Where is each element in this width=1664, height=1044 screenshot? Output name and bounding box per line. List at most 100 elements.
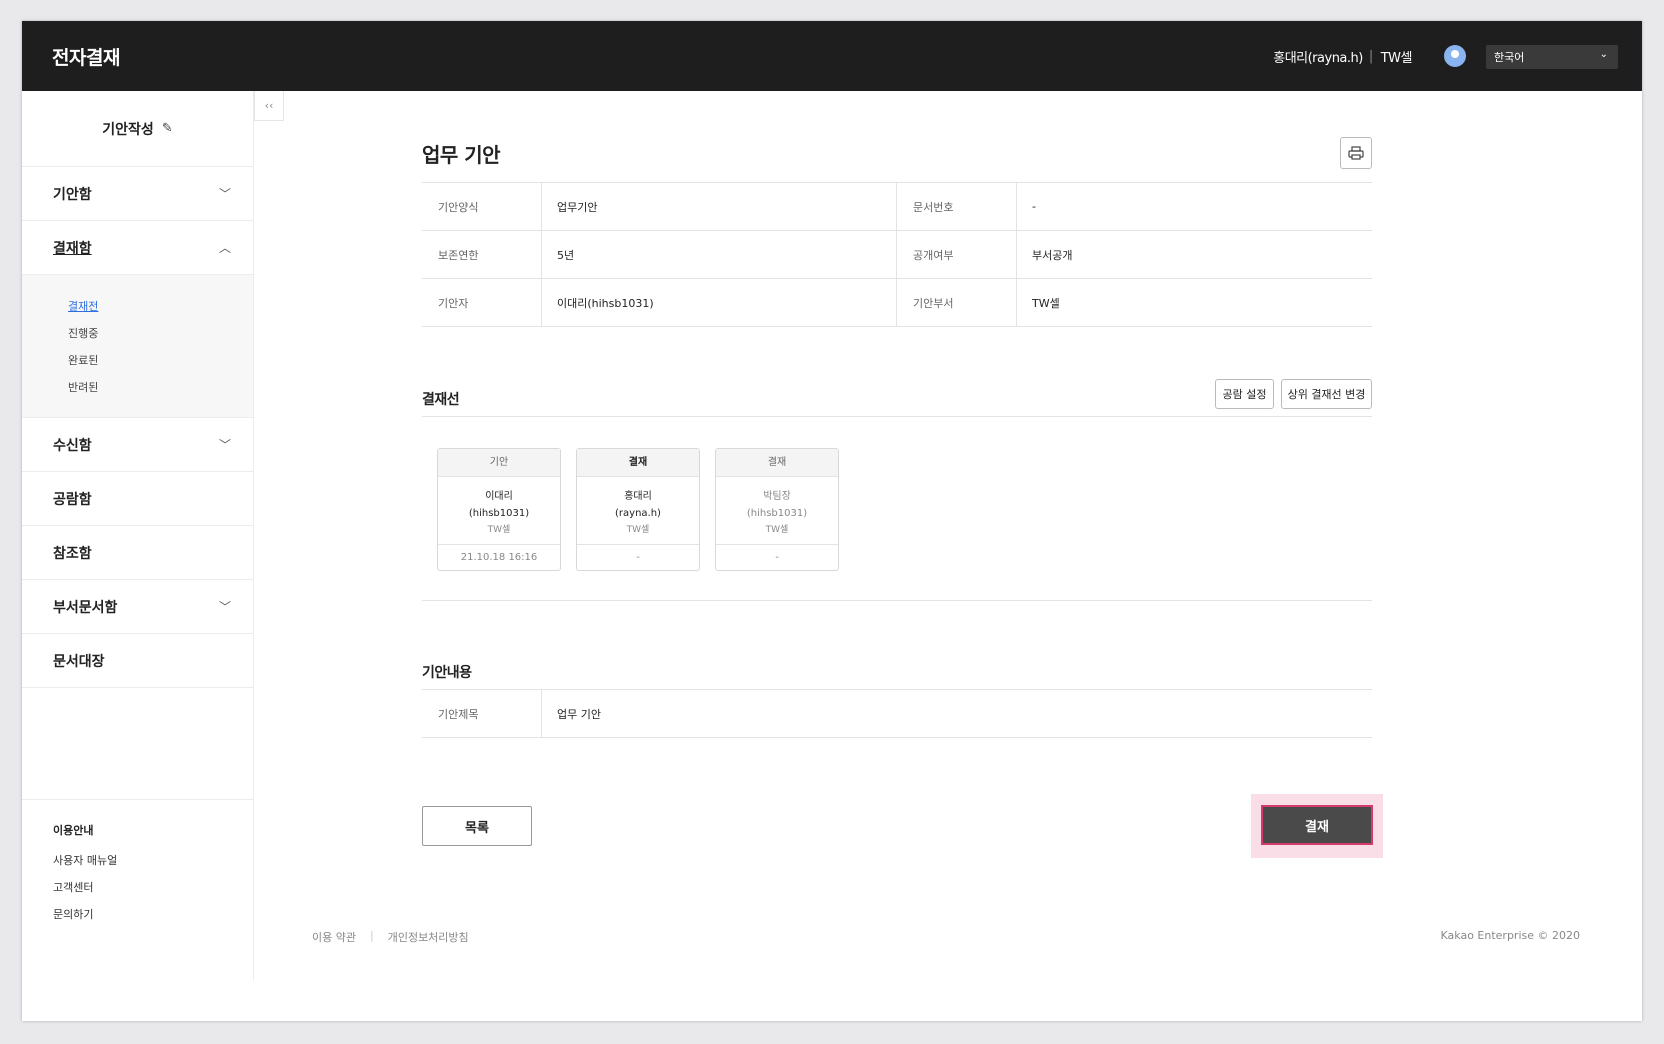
approver-role: 결재 (716, 449, 838, 477)
approver-dept: TW셀 (487, 525, 511, 535)
info-value: 부서공개 (1032, 248, 1073, 262)
list-button[interactable]: 목록 (422, 806, 532, 846)
sidebar-item-label: 공람함 (53, 491, 92, 508)
language-value: 한국어 (1494, 51, 1525, 64)
approver-info: 박팀장 (hihsb1031) TW셀 (716, 477, 838, 544)
content-label: 기안제목 (422, 690, 542, 737)
approver-id: (hihsb1031) (468, 508, 530, 519)
info-value: 5년 (542, 231, 897, 278)
approver-info: 이대리 (hihsb1031) TW셀 (438, 477, 560, 544)
approver-card: 결재 박팀장 (hihsb1031) TW셀 - (715, 448, 839, 571)
sidebar-item-label: 문서대장 (53, 653, 105, 670)
info-label: 기안자 (422, 279, 542, 326)
guide-link-manual[interactable]: 사용자 매뉴얼 (53, 852, 253, 879)
sidebar-item-label: 부서문서함 (53, 599, 118, 616)
app-window: 전자결재 홍대리(rayna.h) | TW셀 한국어 ⌄ 기안작성 ✎ 기안함… (22, 21, 1642, 1021)
info-label: 기안양식 (422, 183, 542, 230)
user-avatar-icon[interactable] (1444, 45, 1466, 67)
user-team: TW셀 (1380, 51, 1413, 66)
info-label: 보존연한 (422, 231, 542, 278)
table-row: 기안자 이대리(hihsb1031) 기안부서 TW셀 (422, 279, 1372, 327)
document-info-table: 기안양식 업무기안 문서번호 - 보존연한 5년 공개여부 부서공개 기안자 이… (422, 182, 1372, 327)
approval-submenu: 결재전 진행중 완료된 반려된 (22, 275, 253, 418)
approve-highlight: 결재 (1251, 794, 1383, 858)
info-value: 이대리(hihsb1031) (542, 279, 897, 326)
sidebar-item-dept-docs[interactable]: 부서문서함 ﹀ (22, 580, 253, 634)
share-setting-button[interactable]: 공람 설정 (1215, 379, 1274, 409)
info-value: 업무기안 (542, 183, 897, 230)
sidebar-item-label: 기안함 (53, 186, 92, 203)
approver-name: 박팀장 (763, 491, 791, 502)
guide-title: 이용안내 (53, 824, 94, 837)
approver-id: (rayna.h) (615, 508, 661, 519)
sidebar-item-reference[interactable]: 참조함 (22, 526, 253, 580)
double-chevron-left-icon: ‹‹ (264, 99, 274, 112)
compose-button[interactable]: 기안작성 ✎ (22, 91, 253, 167)
table-row: 기안양식 업무기안 문서번호 - (422, 183, 1372, 231)
guide-link-support[interactable]: 고객센터 (53, 879, 253, 906)
compose-label: 기안작성 (102, 121, 154, 138)
sidebar-item-draft-box[interactable]: 기안함 ﹀ (22, 167, 253, 221)
divider: | (1368, 49, 1373, 64)
approver-dept: TW셀 (626, 525, 650, 535)
chevron-up-icon: ︿ (218, 241, 231, 255)
approver-name: 이대리 (485, 491, 513, 502)
footer: 이용 약관 | 개인정보처리방침 Kakao Enterprise © 2020 (22, 926, 1642, 956)
chevron-down-icon: ﹀ (218, 600, 231, 614)
approval-line-title: 결재선 (422, 392, 460, 408)
approver-card: 기안 이대리 (hihsb1031) TW셀 21.10.18 16:16 (437, 448, 561, 571)
collapse-sidebar-button[interactable]: ‹‹ (254, 91, 284, 121)
printer-icon (1348, 146, 1364, 160)
chevron-down-icon: ﹀ (218, 438, 231, 452)
info-value: TW셀 (1032, 296, 1060, 310)
content-value: 업무 기안 (557, 707, 601, 721)
content-section-title: 기안내용 (422, 665, 472, 681)
sidebar-item-label: 참조함 (53, 545, 92, 562)
copyright: Kakao Enterprise © 2020 (1440, 929, 1580, 942)
pencil-icon: ✎ (161, 121, 173, 136)
approver-date: 21.10.18 16:16 (438, 544, 560, 570)
guide-section: 이용안내 사용자 매뉴얼 고객센터 문의하기 (22, 799, 253, 933)
divider: | (369, 929, 374, 942)
approver-date: - (577, 544, 699, 570)
info-label: 문서번호 (897, 183, 1017, 230)
app-title: 전자결재 (52, 47, 120, 69)
top-header: 전자결재 홍대리(rayna.h) | TW셀 한국어 ⌄ (22, 21, 1642, 91)
sidebar-item-circulation[interactable]: 공람함 (22, 472, 253, 526)
approver-role: 결재 (577, 449, 699, 477)
user-name: 홍대리(rayna.h) (1273, 51, 1363, 66)
approver-dept: TW셀 (765, 525, 789, 535)
info-value: - (1032, 200, 1036, 213)
privacy-link[interactable]: 개인정보처리방침 (388, 929, 469, 945)
user-info[interactable]: 홍대리(rayna.h) | TW셀 (1273, 47, 1412, 66)
divider (422, 600, 1372, 601)
terms-link[interactable]: 이용 약관 (312, 929, 356, 945)
approver-role: 기안 (438, 449, 560, 477)
approver-id: (hihsb1031) (746, 508, 808, 519)
approve-button[interactable]: 결재 (1261, 805, 1373, 845)
chevron-down-icon: ﹀ (218, 187, 231, 201)
approval-line-cards: 기안 이대리 (hihsb1031) TW셀 21.10.18 16:16 결재… (437, 448, 854, 571)
subnav-item-rejected[interactable]: 반려된 (68, 374, 253, 401)
approver-name: 홍대리 (624, 491, 652, 502)
divider (422, 416, 1372, 417)
subnav-item-pending[interactable]: 결재전 (68, 293, 253, 320)
table-row: 보존연한 5년 공개여부 부서공개 (422, 231, 1372, 279)
sidebar-item-label: 수신함 (53, 437, 92, 454)
subnav-item-completed[interactable]: 완료된 (68, 347, 253, 374)
sidebar-item-approval-box[interactable]: 결재함 ︿ (22, 221, 253, 275)
print-button[interactable] (1340, 137, 1372, 169)
sidebar: 기안작성 ✎ 기안함 ﹀ 결재함 ︿ 결재전 진행중 완료된 반려된 수신함 ﹀… (22, 91, 254, 981)
subnav-item-in-progress[interactable]: 진행중 (68, 320, 253, 347)
change-approval-line-button[interactable]: 상위 결재선 변경 (1281, 379, 1372, 409)
approver-info: 홍대리 (rayna.h) TW셀 (577, 477, 699, 544)
info-label: 공개여부 (897, 231, 1017, 278)
language-select[interactable]: 한국어 ⌄ (1486, 45, 1618, 69)
sidebar-item-inbox[interactable]: 수신함 ﹀ (22, 418, 253, 472)
footer-links: 이용 약관 | 개인정보처리방침 (312, 929, 469, 945)
chevron-down-icon: ⌄ (1599, 49, 1608, 60)
sidebar-item-doc-register[interactable]: 문서대장 (22, 634, 253, 688)
page-title: 업무 기안 (422, 143, 501, 167)
content-table: 기안제목 업무 기안 (422, 689, 1372, 738)
approver-card: 결재 홍대리 (rayna.h) TW셀 - (576, 448, 700, 571)
